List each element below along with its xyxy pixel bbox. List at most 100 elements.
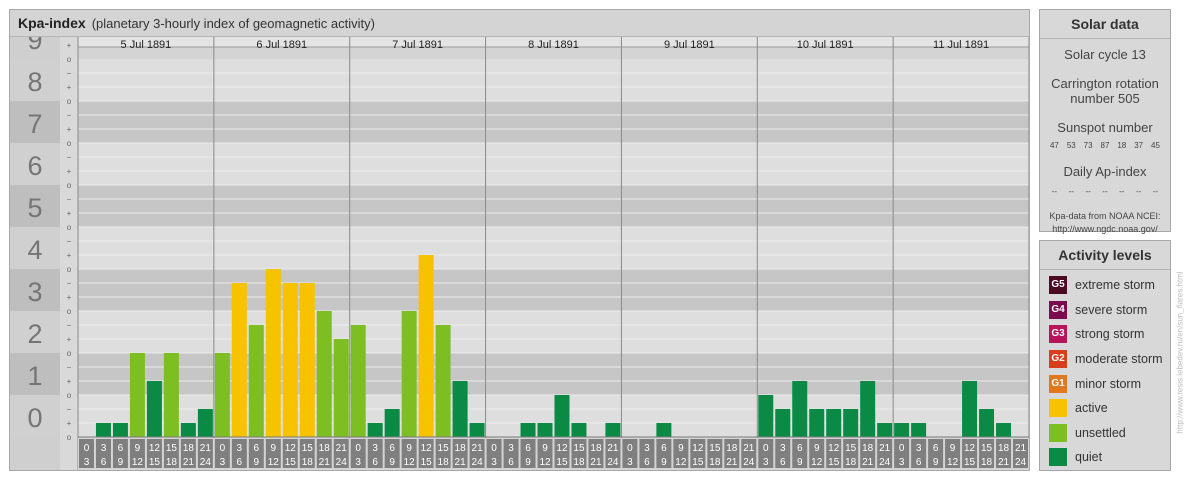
legend-label: moderate storm bbox=[1075, 352, 1163, 367]
kpa-bar bbox=[554, 395, 570, 437]
interval-end-label: 21 bbox=[590, 457, 602, 468]
y-sub-tick-label: o bbox=[67, 223, 72, 232]
kpa-bar bbox=[418, 255, 434, 437]
interval-start-label: 9 bbox=[271, 443, 277, 454]
interval-end-label: 3 bbox=[84, 457, 90, 468]
legend-label: minor storm bbox=[1075, 376, 1141, 391]
y-tick-label: 7 bbox=[27, 109, 42, 139]
interval-end-label: 6 bbox=[780, 457, 786, 468]
legend-item-g5: G5 extreme storm bbox=[1040, 273, 1170, 298]
y-band bbox=[78, 101, 1029, 143]
kpa-bar bbox=[809, 408, 825, 437]
y-sub-tick-label: + bbox=[67, 209, 72, 218]
interval-start-label: 15 bbox=[573, 443, 585, 454]
y-sub-tick-label: o bbox=[67, 391, 72, 400]
kpa-bar bbox=[367, 423, 383, 437]
legend-swatch bbox=[1049, 423, 1067, 442]
sunspot-value: 37 bbox=[1134, 141, 1144, 150]
solar-data-heading: Solar data bbox=[1040, 10, 1170, 39]
ap-value: -- bbox=[1051, 187, 1058, 196]
kpa-bar bbox=[775, 408, 791, 437]
interval-start-label: 21 bbox=[879, 443, 891, 454]
interval-end-label: 12 bbox=[404, 457, 416, 468]
legend-swatch: G2 bbox=[1049, 350, 1067, 369]
interval-start-label: 15 bbox=[845, 443, 857, 454]
interval-end-label: 3 bbox=[763, 457, 769, 468]
kpa-bar bbox=[911, 423, 927, 437]
legend-swatch: G5 bbox=[1049, 276, 1067, 295]
interval-end-label: 9 bbox=[933, 457, 939, 468]
interval-end-label: 9 bbox=[661, 457, 667, 468]
interval-end-label: 3 bbox=[220, 457, 226, 468]
interval-start-label: 0 bbox=[491, 443, 497, 454]
interval-start-label: 21 bbox=[336, 443, 348, 454]
kpa-bar bbox=[401, 311, 417, 437]
interval-start-label: 6 bbox=[389, 443, 395, 454]
interval-end-label: 18 bbox=[438, 457, 450, 468]
chart-subtitle: (planetary 3-hourly index of geomagnetic… bbox=[91, 16, 375, 31]
interval-start-label: 9 bbox=[135, 443, 141, 454]
interval-end-label: 12 bbox=[539, 457, 551, 468]
interval-start-label: 15 bbox=[981, 443, 993, 454]
kpa-bar bbox=[605, 423, 621, 437]
interval-end-label: 12 bbox=[268, 457, 280, 468]
activity-legend: G5 extreme storm G4 severe storm G3 strong … bbox=[1040, 270, 1170, 470]
kpa-bar bbox=[469, 423, 485, 437]
y-sub-tick-label: − bbox=[67, 153, 72, 162]
y-sub-tick-label: + bbox=[67, 125, 72, 134]
interval-end-label: 9 bbox=[797, 457, 803, 468]
kpa-bar bbox=[316, 311, 332, 437]
kpa-bar bbox=[265, 269, 281, 437]
interval-start-label: 21 bbox=[743, 443, 755, 454]
y-sub-tick-label: + bbox=[67, 335, 72, 344]
y-sub-tick-label: − bbox=[67, 69, 72, 78]
interval-start-label: 3 bbox=[780, 443, 786, 454]
y-tick-label: 0 bbox=[27, 403, 42, 433]
y-tick-label: 1 bbox=[27, 361, 42, 391]
ap-value: -- bbox=[1102, 187, 1108, 196]
interval-end-label: 3 bbox=[627, 457, 633, 468]
interval-end-label: 3 bbox=[355, 457, 361, 468]
kpa-bar bbox=[248, 324, 264, 437]
interval-start-label: 0 bbox=[220, 443, 226, 454]
interval-end-label: 15 bbox=[964, 457, 976, 468]
interval-end-label: 12 bbox=[947, 457, 959, 468]
y-tick-label: 9 bbox=[27, 37, 42, 55]
y-sub-tick-label: − bbox=[67, 237, 72, 246]
interval-start-label: 15 bbox=[302, 443, 314, 454]
interval-start-label: 6 bbox=[254, 443, 260, 454]
interval-end-label: 15 bbox=[556, 457, 568, 468]
interval-start-label: 21 bbox=[1015, 443, 1027, 454]
sunspot-value: 73 bbox=[1083, 141, 1093, 150]
ap-values: -- -- -- -- -- -- -- bbox=[1040, 187, 1170, 196]
ap-value: -- bbox=[1119, 187, 1125, 196]
interval-start-label: 9 bbox=[678, 443, 684, 454]
interval-end-label: 21 bbox=[183, 457, 195, 468]
ap-label: Daily Ap-index bbox=[1063, 164, 1147, 179]
kpa-bar bbox=[979, 408, 995, 437]
y-tick-label: 5 bbox=[27, 193, 42, 223]
activity-levels-heading: Activity levels bbox=[1040, 241, 1170, 270]
legend-item-g2: G2 moderate storm bbox=[1040, 347, 1170, 372]
sunspot-value: 47 bbox=[1049, 141, 1059, 150]
interval-end-label: 18 bbox=[302, 457, 314, 468]
y-sub-tick-label: + bbox=[67, 293, 72, 302]
interval-start-label: 3 bbox=[237, 443, 243, 454]
interval-end-label: 21 bbox=[726, 457, 738, 468]
interval-end-label: 21 bbox=[862, 457, 874, 468]
kpa-bar bbox=[282, 282, 298, 437]
kpa-bar bbox=[877, 423, 893, 437]
kpa-bar bbox=[95, 423, 111, 437]
interval-start-label: 6 bbox=[118, 443, 124, 454]
legend-swatch bbox=[1049, 448, 1067, 467]
y-band bbox=[78, 185, 1029, 227]
kpa-chart: 0123456789+o+o−+o−+o−+o−+o−+o−+o−+o−+o−5… bbox=[10, 37, 1029, 470]
solar-data-panel: Solar data Solar cycle 13 Carrington rot… bbox=[1039, 9, 1171, 234]
interval-end-label: 15 bbox=[828, 457, 840, 468]
kpa-bar bbox=[860, 381, 876, 437]
legend-label: extreme storm bbox=[1075, 278, 1155, 293]
legend-label: active bbox=[1075, 401, 1108, 416]
interval-end-label: 24 bbox=[879, 457, 891, 468]
legend-swatch: G1 bbox=[1049, 374, 1067, 393]
sunspot-value: 45 bbox=[1151, 141, 1160, 150]
